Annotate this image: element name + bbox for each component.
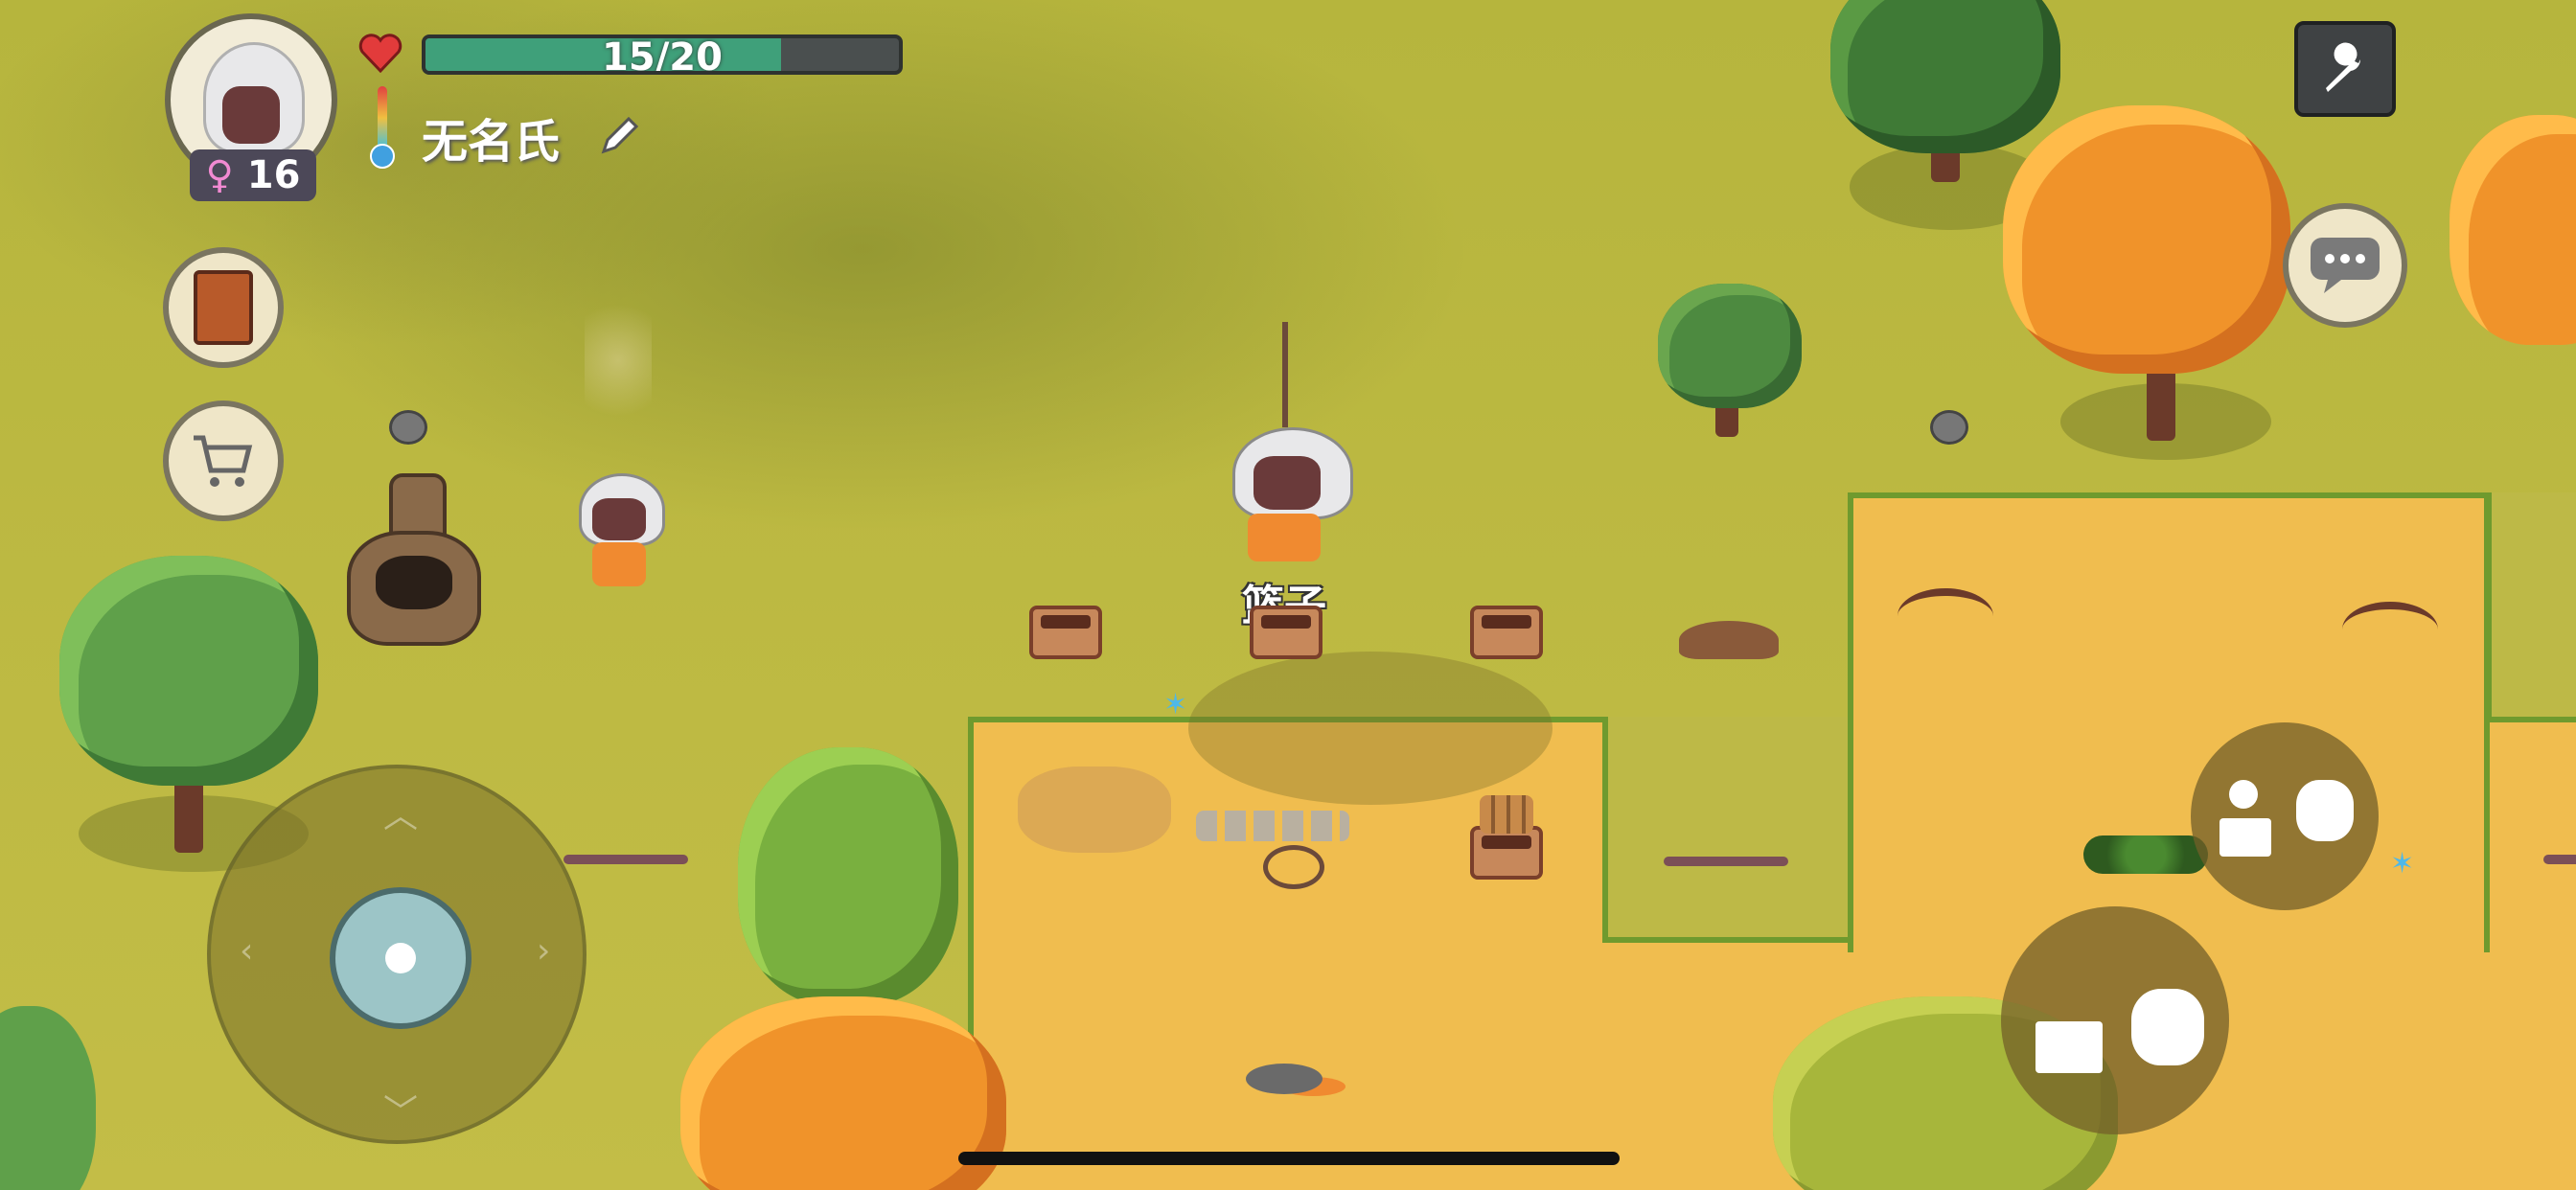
cart-icon — [194, 435, 253, 487]
thermometer-icon — [368, 86, 397, 169]
female-symbol: ♀ — [205, 153, 234, 197]
age-gender-badge: ♀ 16 — [190, 149, 316, 201]
smoke — [585, 274, 652, 446]
sand-area-upper — [1848, 492, 2490, 952]
age-value: 16 — [246, 153, 301, 197]
rock[interactable] — [389, 410, 427, 445]
virtual-joystick[interactable]: ︿ ﹀ ‹ › — [207, 765, 586, 1144]
bow-tool[interactable] — [2342, 602, 2438, 657]
basket[interactable] — [1029, 606, 1102, 659]
health-bar: 15/20 — [422, 34, 903, 75]
shop-button[interactable] — [163, 400, 284, 521]
chevron-right-icon: › — [537, 931, 551, 971]
player-name: 无名氏 — [422, 115, 561, 169]
small-green-tree — [1658, 284, 1802, 446]
health-text: 15/20 — [602, 35, 723, 75]
dirt-pile[interactable] — [1679, 621, 1779, 659]
journal-button[interactable] — [163, 247, 284, 368]
heart-icon — [358, 33, 402, 74]
swap-hand-button[interactable] — [2191, 722, 2379, 910]
rock[interactable] — [1930, 410, 1968, 445]
branch[interactable] — [564, 855, 688, 864]
settings-button[interactable] — [2294, 21, 2396, 117]
joystick-knob[interactable] — [330, 887, 472, 1029]
orange-tree-right — [2003, 105, 2290, 469]
home-indicator — [958, 1152, 1620, 1165]
dark-grass-patch — [1188, 652, 1552, 805]
rope-coil[interactable] — [1263, 845, 1324, 889]
orange-tree-bottom-center — [680, 996, 1006, 1190]
grass-right-strip — [2486, 492, 2576, 722]
baked-goods — [1480, 795, 1533, 834]
branch[interactable] — [1664, 857, 1788, 866]
stones-row[interactable] — [1196, 811, 1349, 841]
basket-with-bread[interactable] — [1470, 826, 1543, 880]
carrot-item[interactable] — [1246, 1064, 1322, 1094]
chat-button[interactable] — [2283, 203, 2407, 328]
green-tree-bottom-left — [0, 1006, 96, 1190]
grass-notch — [1602, 717, 1853, 943]
chevron-up-icon: ︿ — [383, 796, 419, 835]
hand-swap-icon — [2220, 780, 2277, 857]
bow-tool[interactable] — [1898, 588, 1993, 644]
chevron-left-icon: ‹ — [240, 931, 254, 971]
pencil-icon[interactable] — [596, 111, 644, 159]
npc-character[interactable] — [571, 473, 667, 598]
orange-tree-edge — [2450, 115, 2576, 383]
basket[interactable] — [1250, 606, 1322, 659]
drop-item-button[interactable] — [2001, 906, 2229, 1134]
basket[interactable] — [1470, 606, 1543, 659]
clay-kiln[interactable] — [347, 473, 481, 648]
butterfly: ✶ — [1163, 688, 1188, 721]
book-icon — [194, 270, 253, 345]
chat-bubble-icon — [2311, 238, 2380, 293]
clay-patch — [1018, 767, 1171, 853]
wrench-icon — [2326, 42, 2361, 92]
berry-bush-row[interactable] — [2083, 835, 2208, 874]
player-character[interactable] — [1232, 322, 1357, 571]
chevron-down-icon: ﹀ — [383, 1093, 419, 1133]
butterfly: ✶ — [2390, 847, 2415, 881]
drop-hand-icon — [2036, 1021, 2103, 1073]
branch[interactable] — [2543, 855, 2576, 864]
